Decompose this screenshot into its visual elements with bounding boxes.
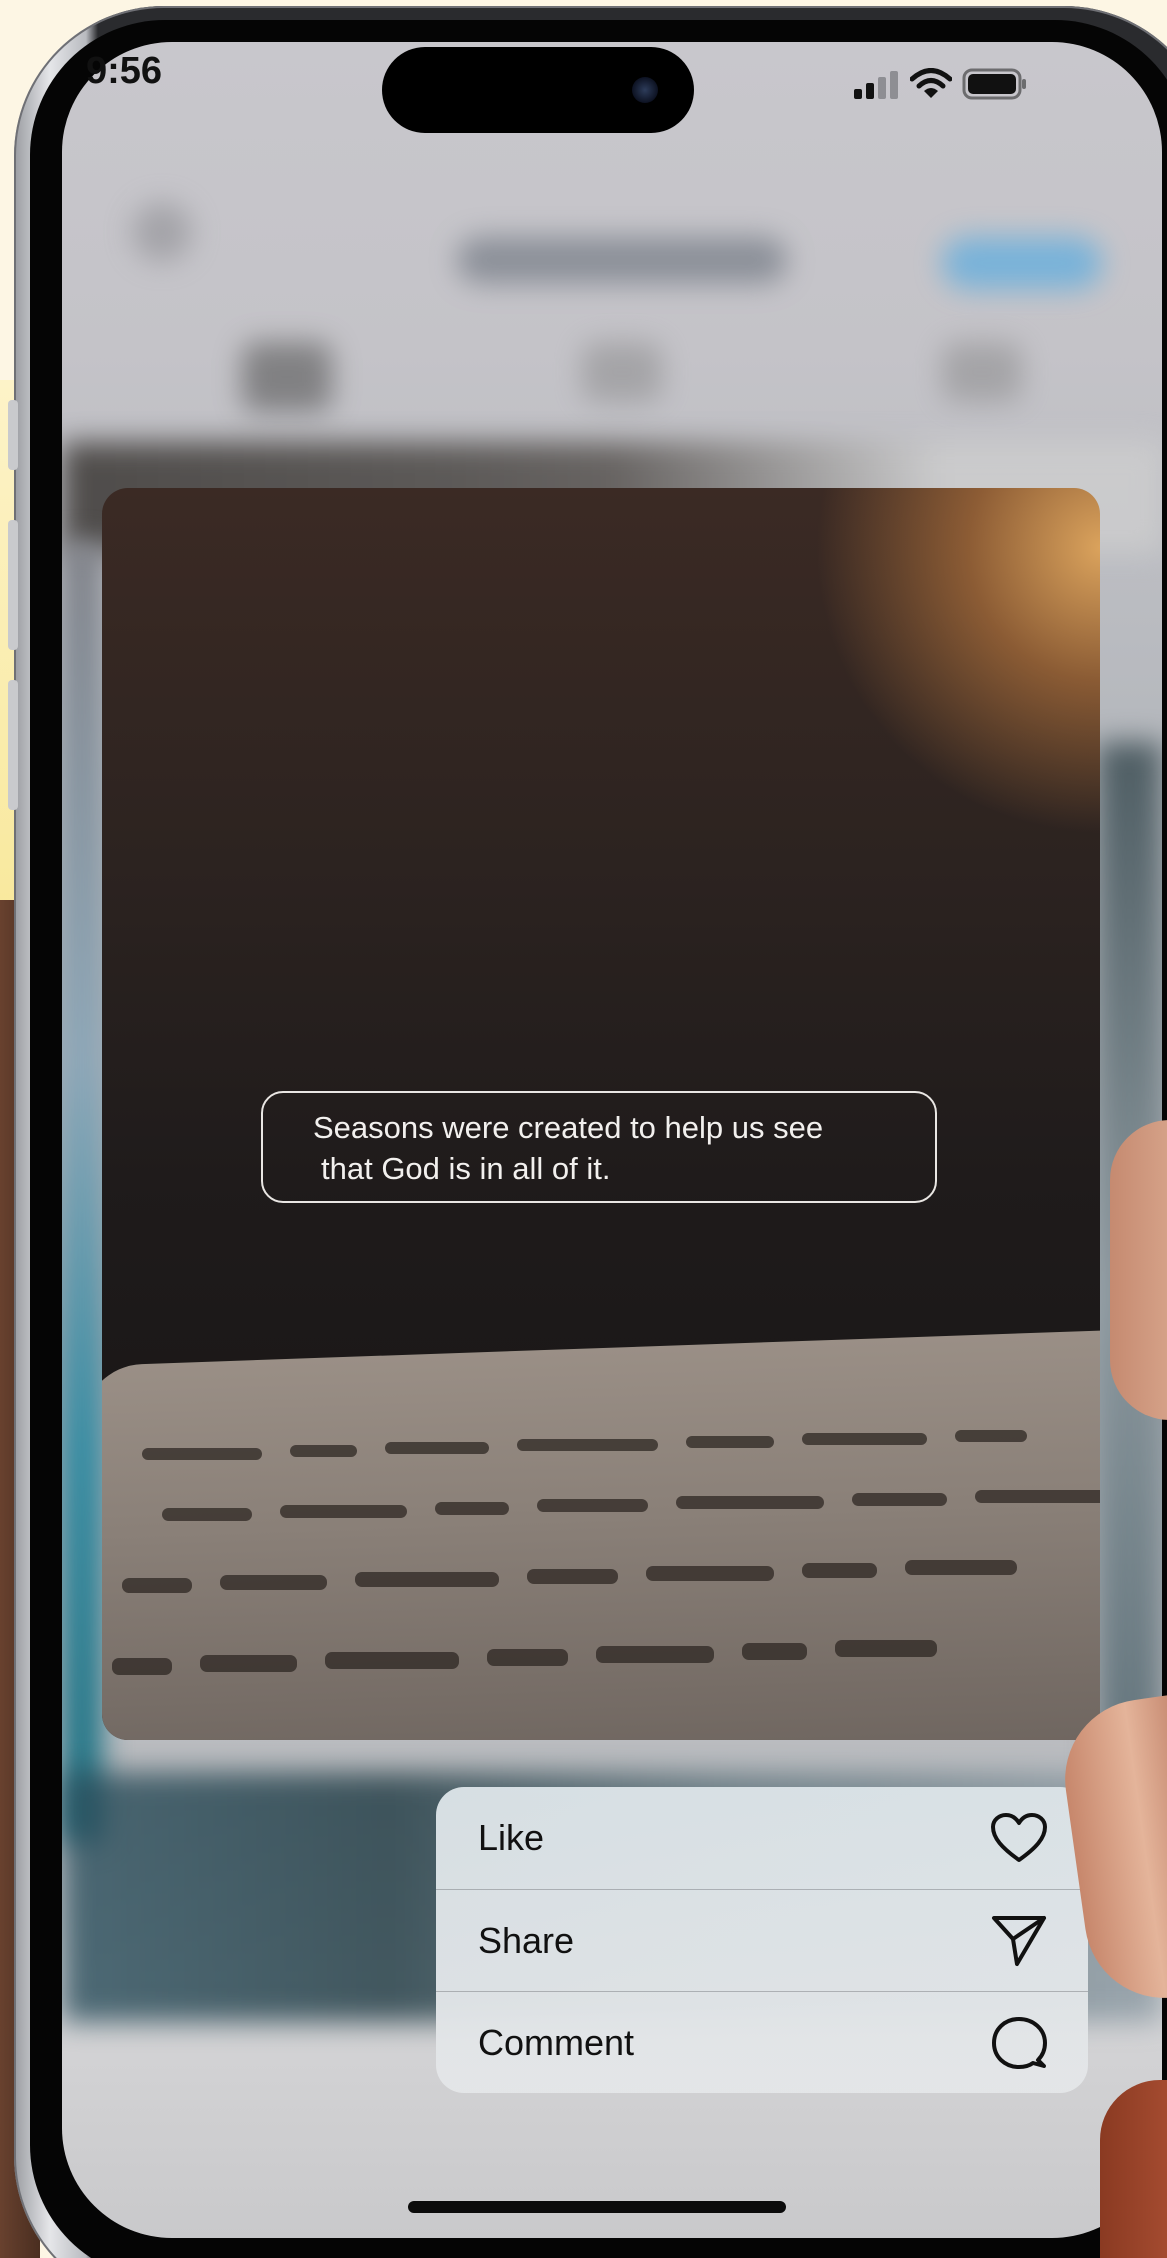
blurred-tab xyxy=(942,342,1022,402)
photo-scene: Seasons were created to help us see that… xyxy=(0,0,1167,2258)
blurred-grid-left xyxy=(62,542,102,1842)
book-text-stroke xyxy=(220,1575,327,1590)
quote-box: Seasons were created to help us see that… xyxy=(261,1091,937,1203)
blurred-tab xyxy=(242,342,332,412)
menu-item-label: Like xyxy=(478,1817,545,1858)
book-text-stroke xyxy=(325,1652,459,1669)
speech-bubble-icon xyxy=(990,2014,1048,2072)
wifi-icon xyxy=(909,68,953,105)
book-text-stroke xyxy=(646,1566,774,1581)
post-preview-card[interactable]: Seasons were created to help us see that… xyxy=(102,488,1100,1740)
book-text-stroke xyxy=(835,1640,937,1657)
volume-down-button xyxy=(8,680,18,810)
book-text-stroke xyxy=(487,1649,568,1666)
book-text-stroke xyxy=(537,1499,648,1512)
menu-item-comment[interactable]: Comment xyxy=(436,1991,1088,2093)
book-text-stroke xyxy=(596,1646,714,1663)
menu-item-label: Comment xyxy=(478,2021,635,2063)
battery-icon xyxy=(962,68,1028,105)
right-hand xyxy=(1100,2080,1167,2258)
book-text-stroke xyxy=(527,1569,618,1584)
book-text-stroke xyxy=(385,1442,489,1454)
book-text-stroke xyxy=(975,1490,1100,1503)
book-text-stroke xyxy=(142,1448,262,1460)
book-text-stroke xyxy=(905,1560,1017,1575)
status-time: 9:56 xyxy=(86,50,163,92)
paper-plane-icon xyxy=(990,1912,1048,1970)
book-text-stroke xyxy=(517,1439,658,1451)
cellular-signal-icon xyxy=(852,69,900,104)
side-button xyxy=(8,400,18,470)
menu-item-like[interactable]: Like xyxy=(436,1787,1088,1889)
blurred-action-button xyxy=(942,237,1102,289)
menu-item-share[interactable]: Share xyxy=(436,1889,1088,1991)
book-text-stroke xyxy=(290,1445,357,1457)
book-text-stroke xyxy=(802,1563,877,1578)
book-text-stroke xyxy=(742,1643,807,1660)
book-text-stroke xyxy=(435,1502,509,1515)
book-text-stroke xyxy=(122,1578,192,1593)
quote-line: that God is in all of it. xyxy=(321,1151,611,1186)
blurred-back-button xyxy=(132,202,192,262)
book-text-lines xyxy=(102,1388,1100,1740)
blurred-title xyxy=(457,237,787,283)
blurred-tab xyxy=(582,342,662,402)
front-camera xyxy=(632,77,658,103)
book-text-stroke xyxy=(355,1572,499,1587)
book-text-stroke xyxy=(280,1505,407,1518)
heart-icon xyxy=(990,1809,1048,1867)
home-indicator[interactable] xyxy=(408,2201,786,2213)
menu-item-label: Share xyxy=(478,1919,575,1961)
quote-line: Seasons were created to help us see xyxy=(313,1110,824,1145)
book-text-stroke xyxy=(162,1508,252,1521)
book-text-stroke xyxy=(200,1655,297,1672)
right-finger xyxy=(1110,1120,1167,1420)
book-text-stroke xyxy=(112,1658,172,1675)
book-text-stroke xyxy=(686,1436,774,1448)
status-icons xyxy=(852,68,1028,105)
phone-screen: Seasons were created to help us see that… xyxy=(62,42,1162,2238)
book-text-stroke xyxy=(802,1433,927,1445)
book-text-stroke xyxy=(676,1496,824,1509)
context-menu: Like Share Comment xyxy=(436,1787,1088,2093)
volume-up-button xyxy=(8,520,18,650)
book-text-stroke xyxy=(955,1430,1027,1442)
book-text-stroke xyxy=(852,1493,947,1506)
